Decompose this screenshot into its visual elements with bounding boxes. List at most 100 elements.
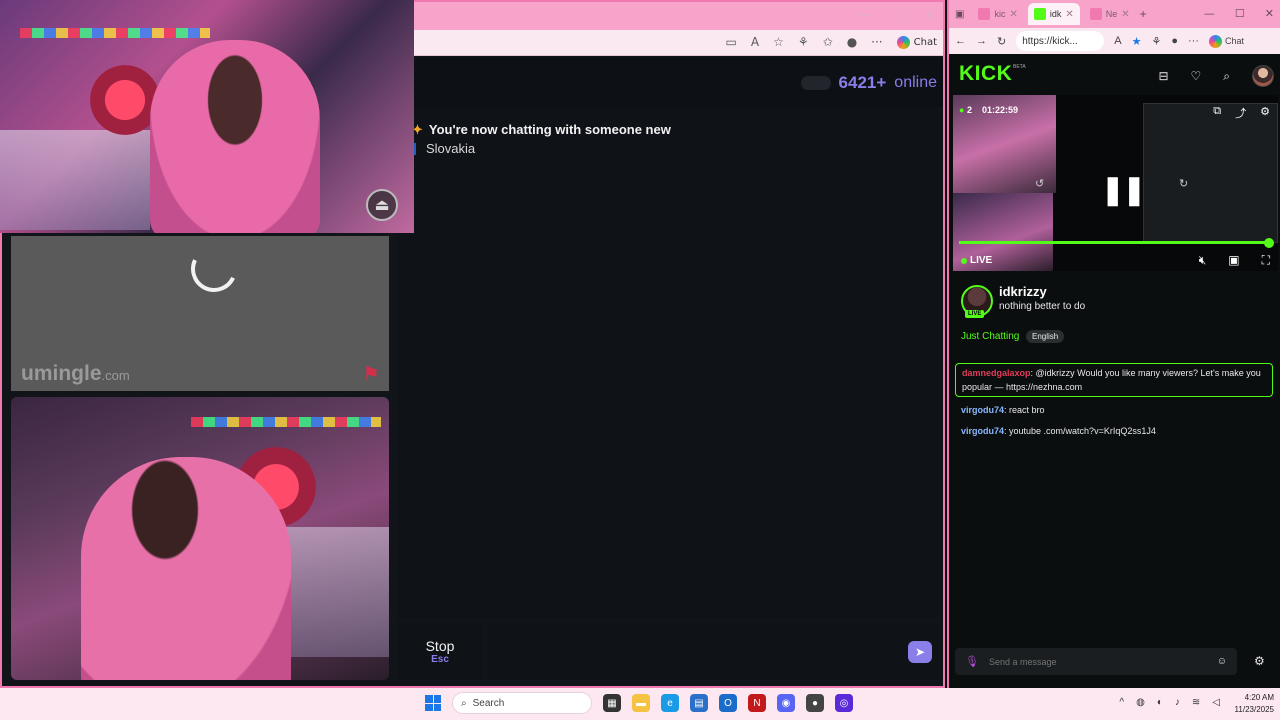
wifi-icon[interactable]: ≋ [1192, 697, 1200, 708]
progress-bar[interactable] [959, 241, 1270, 244]
close-icon[interactable]: ✕ [1121, 9, 1129, 20]
tab-label: idk [1049, 9, 1062, 19]
microphone-icon[interactable]: ♪ [1175, 697, 1180, 708]
copilot-chat-label: Chat [913, 36, 937, 48]
report-flag-icon[interactable]: ⚑ [363, 364, 379, 385]
favorites-icon[interactable]: ✩ [823, 35, 833, 49]
progress-knob[interactable] [1264, 238, 1274, 248]
obs-icon[interactable]: ◎ [835, 694, 853, 712]
chat-message-input[interactable] [988, 656, 1207, 667]
chat-settings-gear-icon[interactable]: ⚙ [1254, 654, 1265, 668]
maximize-icon[interactable]: ☐ [1235, 7, 1245, 20]
close-icon[interactable]: ✕ [925, 8, 935, 22]
app-icon[interactable]: ● [806, 694, 824, 712]
tray-app-icon[interactable]: ◐ [1157, 697, 1163, 708]
eject-icon[interactable]: ⏏ [366, 189, 398, 221]
clip-icon[interactable]: ⧉ [1213, 105, 1221, 121]
message-input[interactable] [488, 623, 938, 680]
extensions-icon[interactable]: ⚘ [1151, 35, 1161, 48]
volume-icon[interactable]: ◁ [1212, 697, 1220, 708]
tab-new[interactable]: Ne ✕ [1084, 3, 1136, 25]
share-icon[interactable]: ⤴ [1235, 105, 1246, 121]
gift-icon[interactable]: ⊟ [1158, 69, 1168, 83]
theme-toggle[interactable] [800, 76, 831, 90]
forward-10-icon[interactable]: ↻ [1179, 177, 1188, 190]
close-icon[interactable]: ✕ [1065, 9, 1073, 20]
video-player[interactable]: ● 2 01:22:59 ⧉ ⤴ ⚙ ↺ ❚❚ ↻ LIVE 🔇︎ ▣ ⛶ [953, 95, 1278, 271]
streamer-name[interactable]: idkrizzy [999, 284, 1047, 299]
pause-icon[interactable]: ❚❚ [1101, 173, 1146, 206]
task-view-icon[interactable]: ▦ [603, 694, 621, 712]
fullscreen-icon[interactable]: ⛶ [1262, 253, 1270, 268]
online-count: 6421+ [838, 73, 887, 92]
search-icon[interactable]: ⌕ [1223, 69, 1230, 84]
file-explorer-icon[interactable]: ▬ [632, 694, 650, 712]
theater-mode-icon[interactable]: ▣ [1228, 253, 1239, 268]
more-menu-icon[interactable]: ··· [1188, 35, 1199, 47]
chat-username[interactable]: virgodu74 [961, 405, 1004, 415]
stream-category-link[interactable]: Just Chatting [961, 331, 1019, 342]
chat-send-row: 🎙︎ ☺ [955, 648, 1237, 675]
viewers-icon: ● [959, 105, 965, 115]
chat-username[interactable]: virgodu74 [961, 426, 1004, 436]
close-icon[interactable]: ✕ [1265, 7, 1274, 20]
player-controls: 🔇︎ ▣ ⛶ [1199, 253, 1270, 268]
language-tag[interactable]: English [1026, 330, 1065, 343]
maximize-icon[interactable]: ☐ [892, 8, 903, 22]
stop-shortcut-hint: Esc [431, 654, 449, 665]
read-aloud-icon[interactable]: A [1114, 35, 1121, 47]
read-aloud-icon[interactable]: A [751, 35, 759, 49]
stream-screen-share [1143, 103, 1278, 243]
settings-gear-icon[interactable]: ⚙ [1260, 105, 1270, 121]
taskbar-clock[interactable]: 4:20 AM 11/23/2025 [1235, 692, 1274, 716]
live-dot-icon [961, 257, 967, 264]
url-text: https://kick... [1022, 35, 1078, 47]
close-icon[interactable]: ✕ [1009, 9, 1017, 20]
stream-duration: 01:22:59 [981, 105, 1018, 115]
store-icon[interactable]: ▤ [690, 694, 708, 712]
taskbar-search[interactable]: ⌕ Search [452, 692, 592, 714]
more-menu-icon[interactable]: ··· [871, 35, 882, 49]
rewind-10-icon[interactable]: ↺ [1035, 177, 1044, 190]
netflix-icon[interactable]: N [748, 694, 766, 712]
profile-icon[interactable]: ● [1171, 35, 1178, 47]
tab-favicon [1033, 8, 1046, 20]
profile-icon[interactable]: ● [847, 35, 857, 49]
favorite-star-icon[interactable]: ★ [1132, 35, 1142, 48]
user-avatar[interactable] [1252, 65, 1274, 87]
chat-username[interactable]: damnedgalaxop [962, 368, 1031, 378]
forward-icon[interactable]: → [976, 35, 987, 47]
copilot-chat-button[interactable]: Chat [896, 35, 937, 49]
edge-browser-icon[interactable]: e [661, 694, 679, 712]
copilot-chat-button[interactable]: Chat [1208, 34, 1244, 48]
tray-app-icon[interactable]: ◍ [1136, 697, 1145, 708]
send-button[interactable]: ➤ [908, 641, 932, 663]
url-field[interactable]: https://kick... [1016, 31, 1105, 51]
microphone-icon[interactable]: 🎙︎ [965, 655, 979, 668]
back-icon[interactable]: ← [955, 35, 966, 47]
camera-icon[interactable]: ▭ [726, 35, 737, 49]
emoji-icon[interactable]: ☺ [1217, 656, 1227, 667]
refresh-icon[interactable]: ↻ [997, 35, 1006, 48]
tab-idkrizzy[interactable]: idk ✕ [1027, 3, 1080, 25]
start-menu-icon[interactable] [425, 695, 441, 711]
kick-logo[interactable]: KICK [959, 62, 1012, 86]
minimize-icon[interactable]: — [858, 8, 870, 22]
outlook-icon[interactable]: O [719, 694, 737, 712]
mute-icon[interactable]: 🔇︎ [1199, 253, 1207, 268]
stream-title: nothing better to do [999, 301, 1086, 312]
heart-icon[interactable]: ♡ [1191, 69, 1202, 83]
favorite-star-icon[interactable]: ☆ [773, 35, 784, 49]
stop-button[interactable]: Stop Esc [397, 623, 483, 680]
discord-icon[interactable]: ◉ [777, 694, 795, 712]
left-toolbar-icons: ▭ A ☆ ⚘ ✩ ● ··· Chat [726, 35, 937, 49]
clock-time: 4:20 AM [1244, 693, 1274, 702]
tab-kick[interactable]: kic ✕ [972, 3, 1023, 25]
copilot-icon [1208, 34, 1222, 48]
tab-actions-icon[interactable]: ▣ [955, 9, 964, 20]
chat-message: damnedgalaxop: @idkrizzy Would you like … [955, 363, 1273, 397]
minimize-icon[interactable]: — [1204, 7, 1215, 20]
extensions-icon[interactable]: ⚘ [798, 35, 809, 49]
chevron-up-icon[interactable]: ^ [1119, 697, 1124, 708]
new-tab-icon[interactable]: + [1140, 7, 1147, 21]
